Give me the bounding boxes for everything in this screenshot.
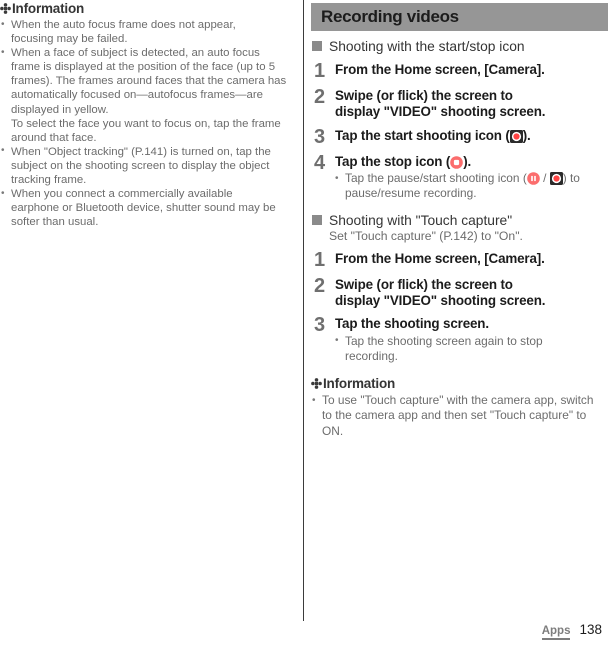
chapter-title-bar: Recording videos: [311, 3, 608, 31]
list-item: Tap the pause/start shooting icon ( / ) …: [335, 171, 608, 201]
step-body: Tap the stop icon (). Tap the pause/star…: [335, 154, 608, 202]
list-item: When the auto focus frame does not appea…: [0, 17, 296, 46]
step-number: 2: [314, 86, 326, 108]
page-footer: Apps 138: [541, 622, 602, 640]
section-subtext: Set "Touch capture" (P.142) to "On".: [329, 228, 523, 243]
step-number: 1: [314, 60, 326, 82]
diamond-flower-icon: [0, 3, 11, 14]
bullet-line: to the camera app and then set "Touch ca…: [322, 408, 587, 423]
sub-bullet-line: Tap the shooting screen again to stop: [345, 333, 543, 348]
step-title-line: Swipe (or flick) the screen to: [335, 276, 513, 292]
left-information-list: When the auto focus frame does not appea…: [0, 17, 296, 229]
section-heading-touch-capture: Shooting with "Touch capture": [311, 212, 608, 229]
step-3-sub-list: Tap the shooting screen again to stop re…: [335, 333, 608, 364]
step-4-sub-list: Tap the pause/start shooting icon ( / ) …: [335, 171, 608, 201]
list-item: When "Object tracking" (P.141) is turned…: [0, 144, 296, 187]
column-divider: [303, 0, 304, 621]
step-2-touch-capture: 2 Swipe (or flick) the screen to display…: [311, 274, 608, 310]
step-3-start-stop: 3 Tap the start shooting icon ().: [311, 125, 608, 148]
left-column: Information When the auto focus frame do…: [0, 0, 296, 229]
step-body: Tap the shooting screen. Tap the shootin…: [335, 316, 608, 364]
step-body: Swipe (or flick) the screen to display "…: [335, 88, 608, 121]
bullet-line: To select the face you want to focus on,…: [11, 117, 281, 130]
bullet-line: frame is displayed at the position of th…: [11, 61, 276, 74]
bullet-line: around that face.: [11, 131, 97, 144]
bullet-line: When you connect a commercially availabl…: [11, 188, 233, 201]
record-pause-icon: [526, 172, 540, 186]
list-item: Tap the shooting screen again to stop re…: [335, 333, 608, 364]
bullet-line: focusing may be failed.: [11, 33, 128, 46]
step-3-touch-capture: 3 Tap the shooting screen. Tap the shoot…: [311, 314, 608, 364]
record-stop-icon: [450, 156, 463, 169]
diamond-flower-icon: [311, 378, 322, 390]
step-body: Tap the start shooting icon ().: [335, 128, 608, 144]
list-item: When you connect a commercially availabl…: [0, 187, 296, 229]
page-number: 138: [579, 622, 602, 637]
information-label-left: Information: [12, 1, 85, 16]
sub-bullet-text: /: [539, 171, 550, 186]
step-title-line: display "VIDEO" shooting screen.: [335, 293, 546, 309]
list-item: To use "Touch capture" with the camera a…: [311, 393, 608, 439]
step-title-text: Tap the start shooting icon (: [335, 127, 510, 143]
step-title-text: ).: [522, 127, 531, 143]
bullet-line: tracking frame.: [11, 174, 87, 187]
bullet-line: subject on the shooting screen to displa…: [11, 159, 270, 172]
step-1-touch-capture: 1 From the Home screen, [Camera].: [311, 248, 608, 271]
step-title: From the Home screen, [Camera].: [335, 250, 545, 266]
information-label-right: Information: [323, 376, 396, 392]
footer-section-tab: Apps: [541, 625, 571, 640]
step-number: 1: [314, 248, 326, 271]
step-title-text: Tap the stop icon (: [335, 153, 451, 169]
bullet-line: automatically focused on—autofocus frame…: [11, 89, 263, 102]
record-start-icon: [509, 129, 523, 143]
step-number: 4: [314, 151, 326, 174]
step-title-line: Swipe (or flick) the screen to: [335, 88, 513, 103]
step-1-start-stop: 1 From the Home screen, [Camera].: [311, 60, 608, 82]
bullet-line: frames). The frames around faces that th…: [11, 75, 287, 88]
section-heading-label: Shooting with the start/stop icon: [329, 39, 525, 54]
record-start-icon: [549, 172, 563, 186]
sub-bullet-line: recording.: [345, 349, 398, 364]
section-heading-label: Shooting with "Touch capture": [329, 212, 513, 228]
step-title: Tap the shooting screen.: [335, 316, 489, 332]
bullet-line: ON.: [322, 423, 344, 438]
information-heading-left: Information: [0, 1, 296, 16]
step-title-line: display "VIDEO" shooting screen.: [335, 104, 546, 120]
step-body: Swipe (or flick) the screen to display "…: [335, 277, 608, 310]
right-column: Recording videos Shooting with the start…: [311, 0, 608, 439]
bullet-line: When a face of subject is detected, an a…: [11, 47, 260, 60]
square-bullet-icon: [312, 214, 322, 225]
step-4-start-stop: 4 Tap the stop icon (). Tap the pause/st…: [311, 151, 608, 202]
step-number: 3: [314, 125, 326, 148]
section-heading-start-stop: Shooting with the start/stop icon: [311, 38, 608, 55]
step-body: From the Home screen, [Camera].: [335, 62, 608, 78]
step-title: From the Home screen, [Camera].: [335, 62, 545, 77]
bullet-line: earphone or Bluetooth device, shutter so…: [11, 202, 276, 215]
sub-bullet-text: Tap the pause/start shooting icon (: [345, 171, 527, 186]
right-information-list: To use "Touch capture" with the camera a…: [311, 393, 608, 439]
manual-page: Information When the auto focus frame do…: [0, 0, 608, 645]
square-bullet-icon: [312, 41, 322, 51]
step-title: Tap the stop icon ().: [335, 154, 608, 170]
bullet-line: When the auto focus frame does not appea…: [11, 19, 236, 31]
step-number: 3: [314, 314, 326, 337]
step-title-text: ).: [463, 153, 472, 169]
bullet-line: displayed in yellow.: [11, 103, 109, 116]
bullet-line: When "Object tracking" (P.141) is turned…: [11, 145, 271, 158]
information-heading-right: Information: [311, 376, 608, 391]
step-title: Tap the start shooting icon ().: [335, 128, 608, 144]
step-2-start-stop: 2 Swipe (or flick) the screen to display…: [311, 86, 608, 121]
bullet-line: softer than usual.: [11, 216, 99, 229]
step-body: From the Home screen, [Camera].: [335, 251, 608, 267]
list-item: When a face of subject is detected, an a…: [0, 46, 296, 145]
bullet-line: To use "Touch capture" with the camera a…: [322, 393, 594, 408]
step-number: 2: [314, 274, 326, 297]
